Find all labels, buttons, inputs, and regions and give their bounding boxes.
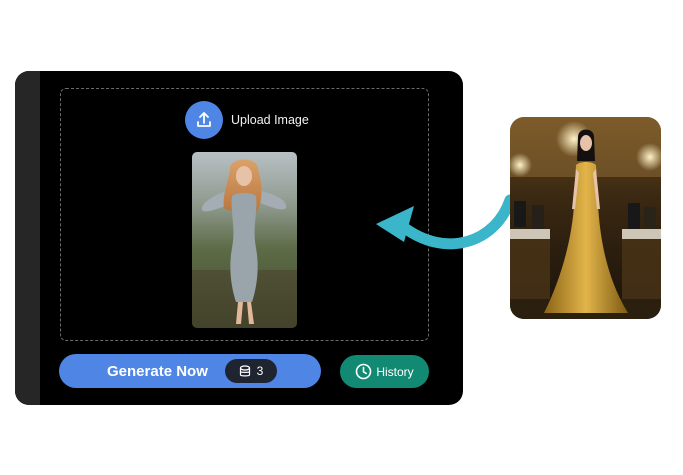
generate-now-button[interactable]: Generate Now 3 — [59, 354, 321, 388]
clock-icon — [356, 363, 372, 380]
upload-label: Upload Image — [231, 113, 309, 127]
history-button[interactable]: History — [340, 355, 429, 388]
generate-label: Generate Now — [107, 362, 208, 380]
credits-count: 3 — [256, 364, 264, 378]
credits-badge: 3 — [225, 359, 277, 383]
uploaded-image-thumbnail — [192, 152, 297, 328]
database-icon — [239, 364, 250, 376]
upload-button[interactable]: Upload Image — [185, 101, 309, 139]
side-rail — [15, 71, 40, 405]
history-label: History — [376, 364, 414, 379]
generated-result-image — [510, 117, 661, 319]
upload-icon[interactable] — [185, 101, 223, 139]
curved-arrow-icon — [376, 194, 514, 250]
